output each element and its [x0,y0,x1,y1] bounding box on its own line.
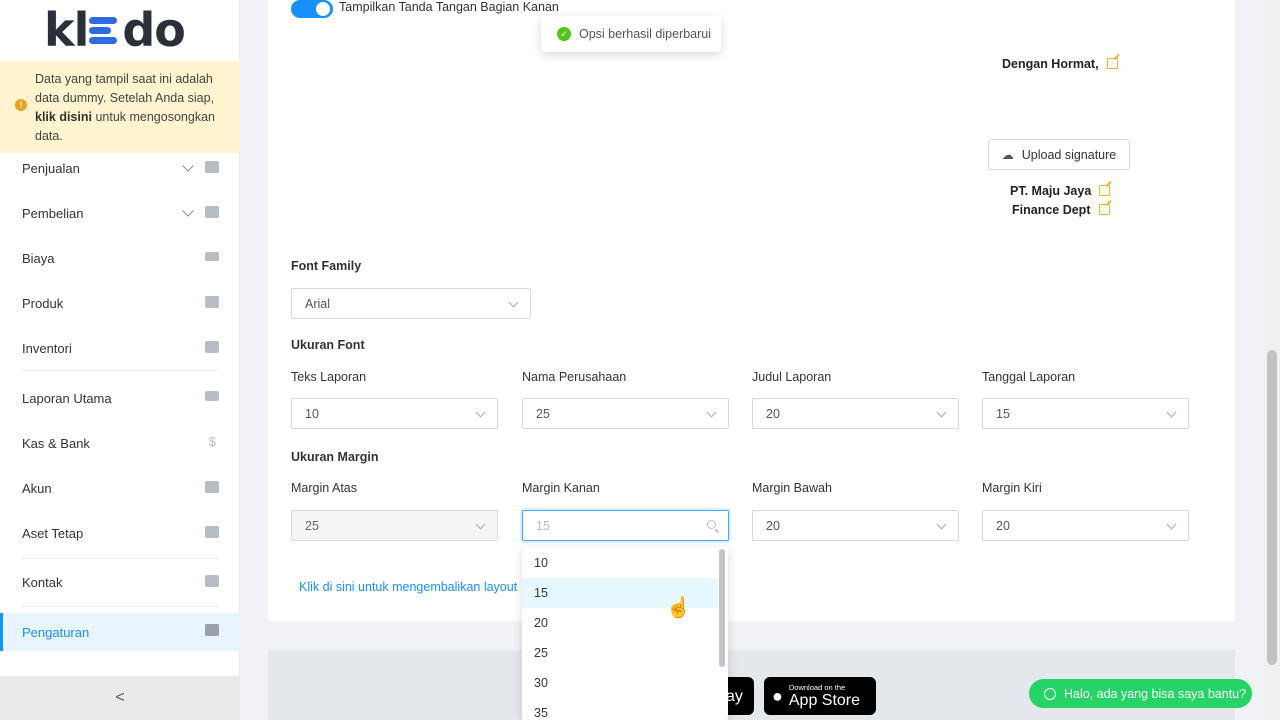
sidebar-item-kontak[interactable]: Kontak [0,564,240,600]
tanggal-laporan-select[interactable]: 15 [982,398,1189,429]
menu-divider [22,606,218,607]
margin-kanan-select[interactable]: 15 [522,510,729,541]
margin-atas-select[interactable]: 25 [291,510,498,541]
sidebar-item-pembelian[interactable]: Pembelian [0,195,240,231]
sidebar: kl do ! Data yang tampil saat ini adalah … [0,0,240,720]
sidebar-item-akun[interactable]: Akun [0,470,240,506]
right-signature-toggle-label: Tampilkan Tanda Tangan Bagian Kanan [339,0,559,14]
margin-section-title: Ukuran Margin [291,450,379,464]
logo-e-mark [89,15,121,45]
menu-divider [22,558,218,559]
nama-perusahaan-select[interactable]: 25 [522,398,729,429]
tanggal-laporan-label: Tanggal Laporan [982,370,1076,384]
teks-laporan-label: Teks Laporan [291,370,367,384]
warning-icon: ! [15,99,27,111]
check-circle-icon: ✓ [557,27,571,41]
chevron-down-icon [475,407,486,418]
chevron-down-icon [475,519,486,530]
dollar-icon: $ [208,434,216,449]
whatsapp-chat-button[interactable]: Halo, ada yang bisa saya bantu? [1029,679,1252,708]
upload-signature-button[interactable]: ☁ Upload signature [988,139,1130,170]
margin-bawah-select[interactable]: 20 [752,510,959,541]
judul-laporan-label: Judul Laporan [752,370,832,384]
dropdown-scrollbar[interactable] [719,549,725,667]
chart-icon [205,391,219,401]
app-store-badge[interactable]: ● Download on the App Store [764,677,876,715]
gears-icon [205,624,219,636]
chevron-down-icon [706,407,717,418]
signature-company: PT. Maju Jaya [1010,184,1111,198]
font-family-label: Font Family [291,259,362,273]
credit-card-icon [205,252,219,261]
teks-laporan-select[interactable]: 10 [291,398,498,429]
boxes-icon [205,296,219,308]
margin-kanan-dropdown: 10 15 20 25 30 35 [522,547,728,720]
whatsapp-icon [1044,687,1056,700]
dropdown-option[interactable]: 35 [522,698,718,720]
signature-greeting: Dengan Hormat, [1002,57,1118,71]
basket-icon [205,161,219,173]
search-icon [707,520,716,529]
margin-kiri-select[interactable]: 20 [982,510,1189,541]
sidebar-item-inventori[interactable]: Inventori [0,330,240,366]
margin-kanan-label: Margin Kanan [522,481,600,495]
sidebar-item-aset-tetap[interactable]: Aset Tetap [0,515,240,551]
sidebar-item-kas-bank[interactable]: Kas & Bank $ [0,425,240,461]
building-icon [205,526,219,538]
edit-icon[interactable] [1098,204,1110,215]
reset-layout-link[interactable]: Klik di sini untuk mengembalikan layout … [299,580,521,594]
margin-bawah-label: Margin Bawah [752,481,832,495]
chevron-down-icon [508,297,519,308]
signature-dept: Finance Dept [1012,203,1110,217]
edit-icon[interactable] [1106,58,1118,69]
chevron-left-icon: < [115,689,125,706]
clear-data-link[interactable]: klik disini [35,110,92,124]
dummy-data-notice: ! Data yang tampil saat ini adalah data … [0,61,240,153]
chevron-down-icon [1166,519,1177,530]
dropdown-option[interactable]: 30 [522,668,718,698]
bag-icon [205,206,219,218]
judul-laporan-select[interactable]: 20 [752,398,959,429]
chevron-down-icon [936,519,947,530]
contact-card-icon [205,575,219,587]
chevron-down-icon [182,205,194,217]
sidebar-item-pengaturan[interactable]: Pengaturan [0,613,240,651]
margin-kiri-label: Margin Kiri [982,481,1042,495]
dropdown-option[interactable]: 25 [522,638,718,668]
sidebar-item-biaya[interactable]: Biaya [0,240,240,276]
right-signature-toggle[interactable] [291,0,333,18]
font-family-select[interactable]: Arial [291,288,531,319]
sidebar-item-laporan-utama[interactable]: Laporan Utama [0,380,240,416]
sidebar-item-produk[interactable]: Produk [0,285,240,321]
font-size-section-title: Ukuran Font [291,338,365,352]
chevron-down-icon [182,160,194,172]
chevron-down-icon [1166,407,1177,418]
menu-divider [22,370,218,371]
ledger-icon [205,481,219,493]
warehouse-icon [205,341,219,353]
page-scrollbar-thumb[interactable] [1267,350,1277,665]
hand-cursor-icon: ☝ [666,597,691,619]
chevron-down-icon [936,407,947,418]
dropdown-option[interactable]: 10 [522,548,718,578]
cloud-upload-icon: ☁ [1001,147,1014,162]
sidebar-item-penjualan[interactable]: Penjualan [0,150,240,186]
edit-icon[interactable] [1099,185,1111,196]
margin-atas-label: Margin Atas [291,481,358,495]
sidebar-collapse-button[interactable]: < [0,676,240,720]
success-toast: ✓ Opsi berhasil diperbarui [541,16,721,52]
nama-perusahaan-label: Nama Perusahaan [522,370,627,384]
apple-icon: ● [772,685,783,706]
kledo-logo[interactable]: kl do [44,3,186,57]
